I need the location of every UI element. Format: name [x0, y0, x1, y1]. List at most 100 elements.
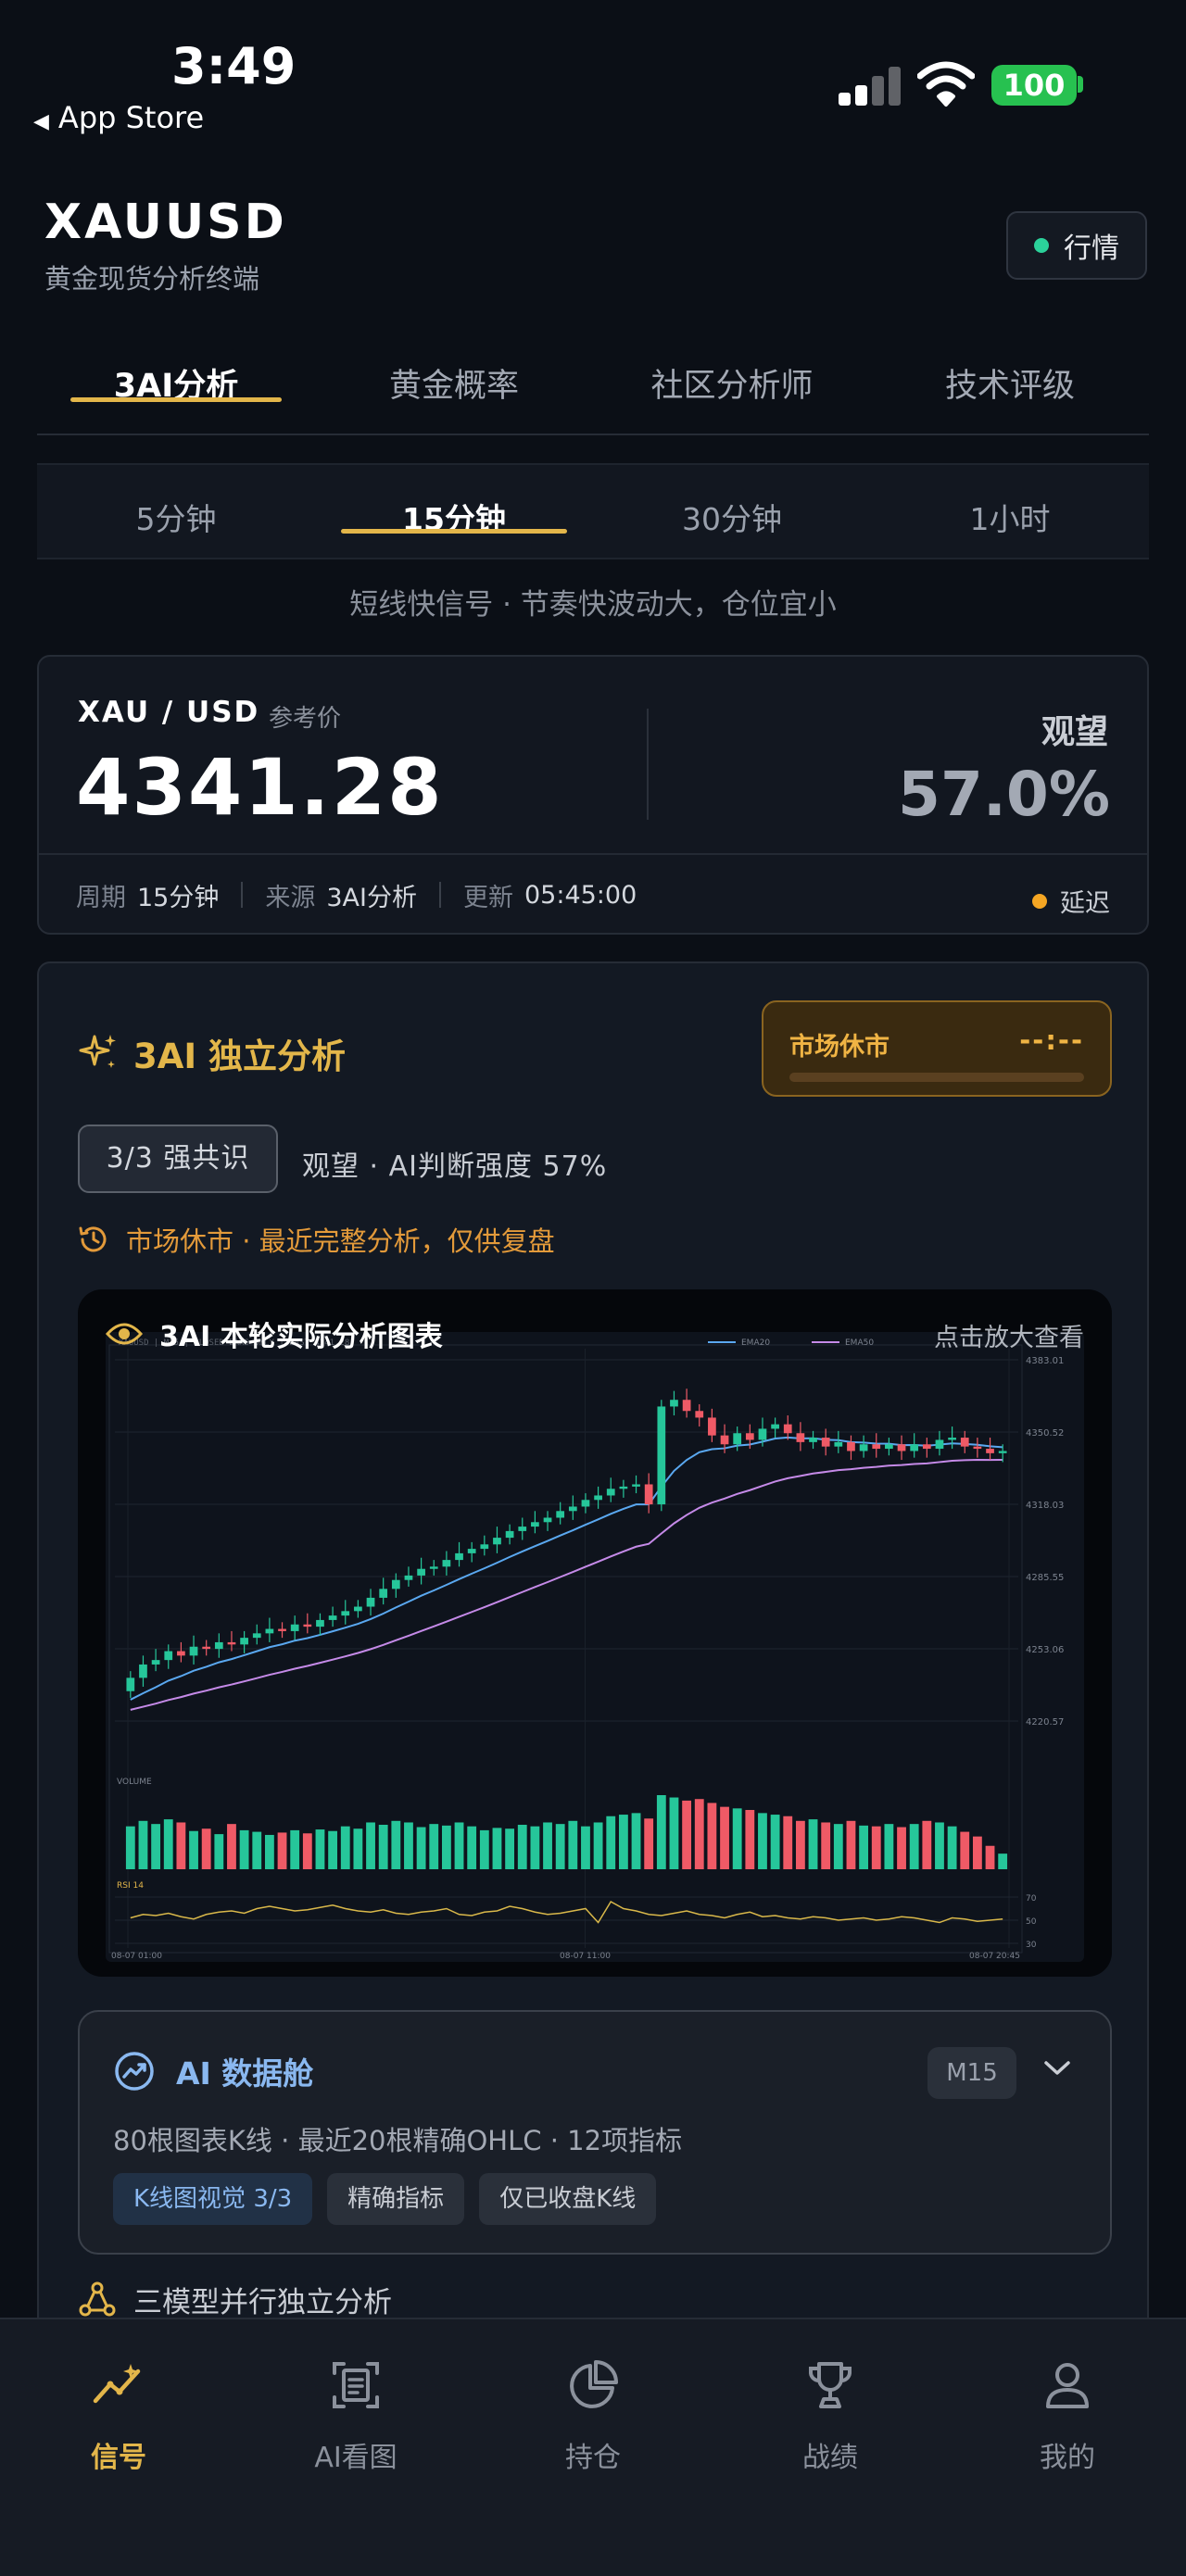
nav-record[interactable]: 战绩	[712, 2319, 949, 2576]
candle-body	[644, 1484, 653, 1505]
candle-body	[467, 1549, 476, 1553]
candle-body	[632, 1484, 640, 1487]
battery-indicator: 100	[991, 65, 1077, 106]
volume-bar	[517, 1825, 527, 1869]
y-tick-label: 4383.01	[1026, 1356, 1064, 1366]
candle-body	[973, 1446, 982, 1450]
network-nodes-icon	[79, 2281, 116, 2316]
volume-bar	[998, 1853, 1008, 1869]
price-value: 4341.28	[76, 742, 444, 833]
nav-positions[interactable]: 持仓	[474, 2319, 712, 2576]
candle-body	[872, 1444, 881, 1450]
candle-body	[189, 1646, 198, 1656]
analysis-chart-card[interactable]: XAUUSD | M15 | CLOSED BARS ONLY | LAST 4…	[78, 1289, 1112, 1977]
tag-closed-bars-only: 仅已收盘K线	[479, 2173, 657, 2225]
rsi-tick-label: 30	[1026, 1941, 1037, 1950]
wifi-icon	[917, 61, 975, 107]
volume-bar	[125, 1826, 135, 1869]
tag-kline-vision: K线图视觉 3/3	[113, 2173, 313, 2225]
status-time: 3:49	[171, 37, 296, 95]
nav-positions-label: 持仓	[565, 2442, 621, 2474]
chart-zoom-hint[interactable]: 点击放大查看	[934, 1317, 1084, 1353]
data-cabin-tags: K线图视觉 3/3 精确指标 仅已收盘K线	[113, 2173, 657, 2225]
data-cabin-title: AI 数据舱	[113, 2049, 313, 2093]
candle-body	[670, 1400, 678, 1407]
volume-bar	[315, 1829, 325, 1869]
candle-body	[619, 1486, 628, 1489]
volume-bar	[606, 1816, 616, 1869]
candle-body	[948, 1438, 956, 1440]
period-tab-1h[interactable]: 1小时	[871, 465, 1149, 558]
y-tick-label: 4350.52	[1026, 1428, 1064, 1439]
y-tick-label: 4318.03	[1026, 1501, 1064, 1511]
chevron-down-icon[interactable]	[1043, 2053, 1071, 2085]
y-tick-label: 4285.55	[1026, 1573, 1064, 1583]
volume-bar	[922, 1820, 932, 1869]
tab-3ai-analysis[interactable]: 3AI分析	[37, 350, 315, 434]
analysis-title: 3AI 独立分析	[78, 1028, 346, 1078]
meta-separator	[438, 882, 441, 908]
candle-body	[404, 1575, 413, 1580]
candle-body	[847, 1441, 855, 1451]
nav-ai-chart[interactable]: AI看图	[237, 2319, 474, 2576]
volume-bar	[593, 1822, 603, 1869]
volume-bar	[833, 1824, 843, 1869]
candle-body	[328, 1615, 337, 1620]
candle-body	[391, 1579, 400, 1590]
nav-profile[interactable]: 我的	[949, 2319, 1186, 2576]
market-quote-button[interactable]: 行情	[1006, 211, 1147, 280]
volume-bar	[631, 1813, 641, 1869]
candle-body	[417, 1568, 425, 1576]
data-cabin-subtitle: 80根图表K线 · 最近20根精确OHLC · 12项指标	[113, 2125, 683, 2156]
tab-technical-rating[interactable]: 技术评级	[871, 350, 1149, 434]
period-tabs: 5分钟 15分钟 30分钟 1小时	[37, 463, 1149, 559]
judgement-text: 观望 · AI判断强度 57%	[302, 1150, 608, 1183]
candle-body	[316, 1619, 324, 1627]
back-to-app-store[interactable]: ◀ App Store	[33, 100, 204, 135]
tab-community-analysts[interactable]: 社区分析师	[593, 350, 871, 434]
pie-chart-icon	[570, 2360, 618, 2408]
candle-body	[265, 1628, 274, 1634]
user-icon	[1046, 2363, 1089, 2408]
candle-body	[935, 1439, 944, 1450]
candle-body	[126, 1678, 135, 1691]
candle-body	[139, 1664, 147, 1678]
legend-ema50-label: EMA50	[845, 1338, 874, 1348]
analysis-title-text: 3AI 独立分析	[133, 1037, 347, 1076]
scan-document-icon	[333, 2362, 379, 2408]
symbol-subtitle: 黄金现货分析终端	[44, 263, 260, 295]
volume-bar	[290, 1829, 300, 1869]
candle-body	[455, 1552, 463, 1561]
volume-bar	[985, 1845, 995, 1869]
candle-body	[960, 1438, 969, 1447]
candle-body	[164, 1651, 173, 1661]
period-tab-5m[interactable]: 5分钟	[37, 465, 315, 558]
volume-bar	[947, 1826, 957, 1869]
volume-bar	[935, 1822, 944, 1869]
back-label: App Store	[57, 100, 205, 135]
nav-signal[interactable]: 信号	[0, 2319, 237, 2576]
rsi-tick-label: 70	[1026, 1894, 1037, 1904]
candle-body	[897, 1444, 906, 1451]
volume-bar	[530, 1826, 540, 1869]
battery-tip	[1078, 76, 1083, 93]
rsi-tick-label: 50	[1026, 1917, 1037, 1927]
candle-body	[278, 1628, 286, 1631]
main-tabs: 3AI分析 黄金概率 社区分析师 技术评级	[37, 350, 1149, 435]
eye-icon	[106, 1323, 143, 1345]
candle-body	[227, 1641, 236, 1645]
period-tab-15m[interactable]: 15分钟	[315, 465, 593, 558]
volume-bar	[416, 1827, 426, 1869]
candle-body	[214, 1641, 223, 1650]
volume-bar	[366, 1822, 375, 1869]
volume-bar	[441, 1825, 451, 1869]
delay-dot-icon	[1032, 893, 1047, 909]
volume-bar	[732, 1808, 742, 1869]
candle-body	[682, 1400, 691, 1412]
volume-bar	[479, 1829, 489, 1869]
tab-gold-probability[interactable]: 黄金概率	[315, 350, 593, 434]
candle-body	[303, 1624, 312, 1627]
ai-data-cabin[interactable]: AI 数据舱 M15 80根图表K线 · 最近20根精确OHLC · 12项指标…	[78, 2010, 1112, 2255]
period-tab-30m[interactable]: 30分钟	[593, 465, 871, 558]
trophy-icon	[809, 2362, 852, 2408]
